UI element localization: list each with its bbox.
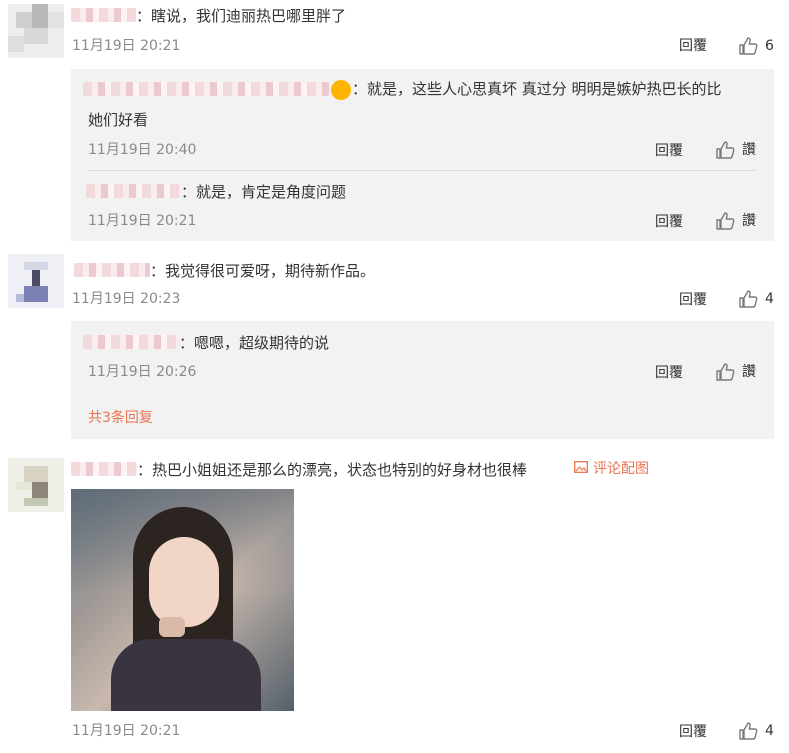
emoji-icon	[331, 80, 351, 100]
reply-time: 11月19日 20:21	[88, 213, 197, 229]
reply-button[interactable]: 回覆	[679, 291, 707, 309]
comment-image-link[interactable]: 评论配图	[574, 460, 649, 478]
reply-button[interactable]: 回覆	[655, 142, 683, 160]
like-button[interactable]: 6	[738, 36, 774, 56]
thumbs-up-icon	[715, 140, 735, 160]
like-button[interactable]: 4	[738, 289, 774, 309]
reply-text: ：就是，肯定是角度问题	[181, 183, 347, 201]
comment-text: ：我觉得很可爱呀，期待新作品。	[150, 262, 376, 280]
reply-text: ：就是，这些人心思真坏 真过分 明明是嫉妒热巴长的比	[352, 80, 722, 98]
comment-time: 11月19日 20:21	[72, 723, 181, 739]
like-count: 6	[765, 38, 774, 54]
reply-button[interactable]: 回覆	[655, 364, 683, 382]
like-count: 4	[765, 291, 774, 307]
thumbs-up-icon	[715, 211, 735, 231]
comment-image-label: 评论配图	[593, 461, 649, 477]
avatar[interactable]	[8, 254, 64, 308]
avatar[interactable]	[8, 458, 64, 512]
comment-text: ：瞎说，我们迪丽热巴哪里胖了	[136, 7, 347, 25]
comment-text: ：热巴小姐姐还是那么的漂亮，状态也特别的好身材也很棒	[137, 461, 528, 479]
thumbs-up-icon	[738, 36, 758, 56]
reply-button[interactable]: 回覆	[679, 37, 707, 55]
reply-text: ：嗯嗯，超级期待的说	[179, 334, 330, 352]
reply-username[interactable]	[83, 82, 329, 96]
thumbs-up-icon	[738, 289, 758, 309]
view-all-replies-link[interactable]: 共3条回复	[88, 409, 153, 427]
like-label: 讚	[742, 142, 756, 158]
like-button[interactable]: 4	[738, 721, 774, 741]
divider	[88, 170, 757, 171]
like-button[interactable]: 讚	[715, 140, 756, 160]
username[interactable]	[71, 462, 137, 476]
comment-photo[interactable]	[71, 489, 294, 711]
thumbs-up-icon	[738, 721, 758, 741]
reply-button[interactable]: 回覆	[679, 723, 707, 741]
reply-time: 11月19日 20:26	[88, 364, 197, 380]
like-button[interactable]: 讚	[715, 211, 756, 231]
reply-username[interactable]	[86, 184, 181, 198]
reply-time: 11月19日 20:40	[88, 142, 197, 158]
image-icon	[574, 460, 593, 478]
thumbs-up-icon	[715, 362, 735, 382]
like-label: 讚	[742, 364, 756, 380]
like-button[interactable]: 讚	[715, 362, 756, 382]
comment-time: 11月19日 20:21	[72, 38, 181, 54]
reply-username[interactable]	[83, 335, 179, 349]
username[interactable]	[71, 8, 136, 22]
username[interactable]	[74, 263, 150, 277]
reply-text-continued: 她们好看	[88, 111, 149, 129]
avatar[interactable]	[8, 4, 64, 58]
comment-time: 11月19日 20:23	[72, 291, 181, 307]
reply-button[interactable]: 回覆	[655, 213, 683, 231]
like-label: 讚	[742, 213, 756, 229]
like-count: 4	[765, 723, 774, 739]
